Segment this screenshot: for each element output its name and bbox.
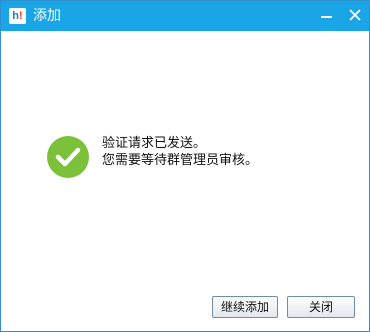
app-icon-mark: ! [19,10,23,22]
status-message: 验证请求已发送。 您需要等待群管理员审核。 [102,135,258,169]
message-line-2: 您需要等待群管理员审核。 [102,153,259,168]
minimize-button[interactable] [313,3,341,27]
dialog-content: 验证请求已发送。 您需要等待群管理员审核。 继续添加 关闭 [1,31,369,331]
app-icon: h! [9,8,26,24]
minimize-icon [321,16,332,18]
add-dialog-window: h! 添加 验证请求已发送。 您需要等待群管理员审核。 继续添加 关闭 [0,0,370,332]
message-line-1: 验证请求已发送。 [102,136,207,151]
close-icon [349,9,361,21]
check-circle-icon [47,136,89,178]
close-window-button[interactable] [341,3,369,27]
window-title: 添加 [33,8,61,24]
close-button[interactable]: 关闭 [287,296,355,318]
title-bar[interactable]: h! 添加 [1,1,369,31]
continue-add-button[interactable]: 继续添加 [212,296,278,318]
